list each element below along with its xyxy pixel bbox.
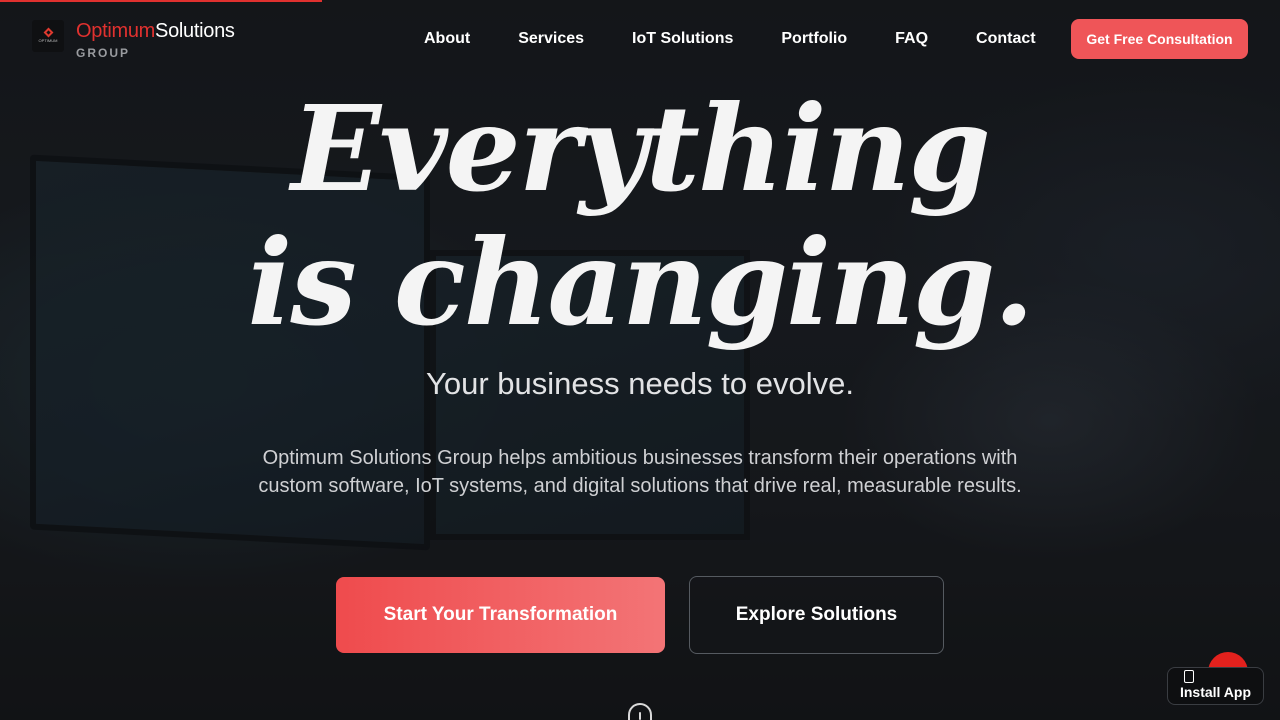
headline-line-1: Everything (291, 79, 991, 218)
hero-section: Everything is changing. Your business ne… (0, 80, 1280, 500)
hero-description: Optimum Solutions Group helps ambitious … (258, 447, 1022, 497)
nav-iot-solutions[interactable]: IoT Solutions (632, 29, 733, 49)
headline-line-2: is changing. (247, 213, 1035, 352)
nav-faq[interactable]: FAQ (895, 29, 928, 49)
nav-contact[interactable]: Contact (976, 29, 1036, 49)
main-nav: About Services IoT Solutions Portfolio F… (424, 29, 1084, 49)
nav-portfolio[interactable]: Portfolio (781, 29, 847, 49)
brand-name-rest: Solutions (155, 20, 235, 42)
logo-icon: OPTIMUM (32, 20, 64, 52)
scroll-indicator-icon[interactable] (628, 703, 652, 720)
get-consultation-button[interactable]: Get Free Consultation (1071, 19, 1248, 59)
brand-name: OptimumSolutions (76, 20, 235, 42)
hero-subhead: Your business needs to evolve. (426, 366, 854, 401)
logo-text: OptimumSolutions GROUP (76, 20, 235, 60)
logo-tiny-text: OPTIMUM (38, 38, 58, 43)
scroll-dot (639, 712, 641, 720)
hero-buttons: Start Your Transformation Explore Soluti… (336, 576, 944, 654)
explore-solutions-button[interactable]: Explore Solutions (689, 576, 944, 654)
brand-name-accent: Optimum (76, 20, 156, 42)
site-header: OPTIMUM OptimumSolutions GROUP About Ser… (0, 0, 1280, 80)
install-app-button[interactable]: Install App (1167, 667, 1264, 705)
install-app-label: Install App (1179, 684, 1252, 700)
start-transformation-button[interactable]: Start Your Transformation (336, 577, 665, 653)
phone-icon (1184, 670, 1194, 683)
nav-about[interactable]: About (424, 29, 470, 49)
nav-services[interactable]: Services (518, 29, 584, 49)
hero-headline: Everything is changing. (0, 82, 1280, 350)
brand-logo[interactable]: OPTIMUM OptimumSolutions GROUP (32, 20, 235, 60)
brand-subtitle: GROUP (76, 46, 131, 60)
diamond-icon (43, 27, 53, 38)
